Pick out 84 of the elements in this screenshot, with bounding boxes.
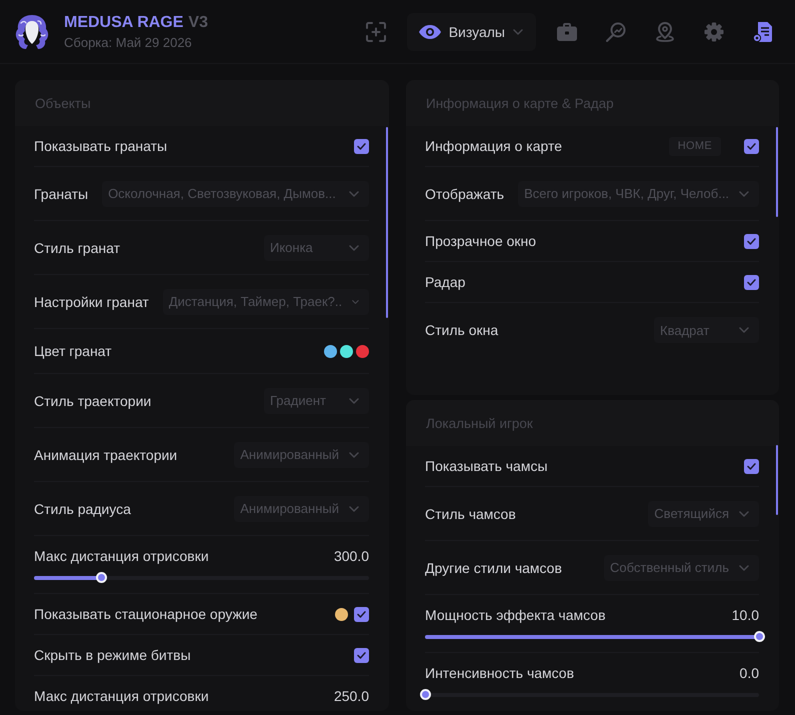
setting-label: Показывать стационарное оружие bbox=[34, 605, 258, 623]
checkbox[interactable] bbox=[744, 234, 759, 248]
setting-label: Настройки гранат bbox=[34, 292, 149, 310]
setting-label: Прозрачное окно bbox=[425, 232, 536, 250]
chevron-down-icon bbox=[349, 190, 359, 196]
checkbox[interactable] bbox=[354, 138, 369, 154]
slider-thumb[interactable] bbox=[420, 689, 430, 700]
checkmark-icon bbox=[357, 142, 366, 150]
setting-label: Скрыть в режиме битвы bbox=[34, 646, 191, 664]
setting-label: Анимация траектории bbox=[34, 446, 178, 464]
setting-label: Макс дистанция отрисовки bbox=[34, 547, 209, 565]
category-dropdown[interactable]: Визуалы bbox=[406, 12, 536, 50]
chevron-down-icon bbox=[739, 327, 749, 333]
logo-icon bbox=[14, 12, 50, 50]
setting-label: Другие стили чамсов bbox=[425, 558, 562, 576]
color-swatch-icon[interactable] bbox=[356, 344, 369, 358]
value-label: 300.0 bbox=[334, 547, 369, 565]
chevron-down-icon bbox=[349, 244, 359, 250]
version-label: V3 bbox=[188, 12, 208, 32]
checkmark-icon bbox=[357, 610, 366, 618]
chevron-down-icon bbox=[352, 298, 359, 304]
scrollbar-thumb[interactable] bbox=[776, 127, 778, 217]
dropdown[interactable]: Анимированный bbox=[234, 496, 369, 522]
checkmark-icon bbox=[747, 238, 756, 244]
eye-icon bbox=[418, 24, 441, 38]
value-label: 250.0 bbox=[334, 687, 369, 705]
setting-label: Показывать чамсы bbox=[425, 457, 548, 475]
chevron-down-icon bbox=[349, 506, 359, 512]
checkbox[interactable] bbox=[354, 606, 369, 622]
dropdown[interactable]: Всего игроков, ЧВК, Друг, Челоб... bbox=[518, 180, 759, 206]
checkmark-icon bbox=[357, 652, 366, 658]
build-date-label: Сборка: Май 29 2026 bbox=[64, 34, 193, 50]
key-badge[interactable]: HOME bbox=[668, 136, 721, 156]
setting-label: Цвет гранат bbox=[34, 342, 112, 360]
checkmark-icon bbox=[747, 278, 756, 286]
setting-label: Стиль траектории bbox=[34, 392, 152, 410]
checkmark-icon bbox=[747, 462, 756, 470]
checkbox[interactable] bbox=[744, 138, 759, 154]
color-swatch-icon[interactable] bbox=[340, 344, 353, 358]
checkbox[interactable] bbox=[354, 648, 369, 662]
setting-label: Макс дистанция отрисовки bbox=[34, 687, 209, 705]
settings-icon bbox=[704, 22, 724, 42]
setting-label: Отображать bbox=[425, 184, 504, 202]
dropdown[interactable]: Иконка bbox=[264, 234, 369, 260]
document-gear-icon bbox=[752, 22, 772, 42]
dropdown[interactable]: Градиент bbox=[264, 388, 369, 414]
app-title: MEDUSA RAGE bbox=[64, 12, 184, 32]
color-swatch-icon[interactable] bbox=[324, 344, 337, 358]
dropdown[interactable]: Квадрат bbox=[654, 317, 759, 343]
setting-label: Мощность эффекта чамсов bbox=[425, 606, 606, 624]
dropdown[interactable]: Дистанция, Таймер, Траек?.. bbox=[162, 288, 369, 314]
chevron-down-icon bbox=[349, 398, 359, 404]
dropdown[interactable]: Светящийся bbox=[648, 500, 759, 526]
scrollbar-thumb[interactable] bbox=[386, 127, 388, 318]
setting-label: Интенсивность чамсов bbox=[425, 664, 574, 682]
slider-thumb[interactable] bbox=[96, 572, 106, 583]
value-label: 10.0 bbox=[732, 606, 759, 624]
chevron-down-icon bbox=[739, 510, 749, 516]
setting-label: Стиль чамсов bbox=[425, 504, 516, 522]
checkbox[interactable] bbox=[744, 274, 759, 290]
chevron-down-icon bbox=[349, 452, 359, 458]
slider-thumb[interactable] bbox=[754, 631, 764, 642]
setting-label: Показывать гранаты bbox=[34, 137, 168, 155]
crosshair-frame-icon bbox=[366, 22, 386, 42]
setting-label: Информация о карте bbox=[425, 137, 562, 155]
checkbox[interactable] bbox=[744, 458, 759, 474]
checkmark-icon bbox=[747, 142, 756, 150]
chevron-down-icon bbox=[513, 28, 523, 34]
map-pin-icon bbox=[656, 22, 674, 42]
dropdown[interactable]: Анимированный bbox=[234, 442, 369, 468]
briefcase-icon bbox=[556, 22, 576, 40]
search-icon bbox=[606, 22, 626, 42]
dropdown[interactable]: Осколочная, Светозвуковая, Дымов... bbox=[102, 180, 369, 206]
setting-label: Радар bbox=[425, 273, 466, 291]
setting-label: Стиль гранат bbox=[34, 238, 120, 256]
chevron-down-icon bbox=[739, 190, 749, 196]
chevron-down-icon bbox=[739, 564, 749, 570]
dropdown[interactable]: Собственный стиль bbox=[604, 554, 759, 580]
value-label: 0.0 bbox=[740, 664, 759, 682]
scrollbar-thumb[interactable] bbox=[776, 445, 778, 515]
color-swatch-icon[interactable] bbox=[335, 608, 348, 620]
setting-label: Стиль окна bbox=[425, 321, 498, 339]
setting-label: Стиль радиуса bbox=[34, 500, 131, 518]
setting-label: Гранаты bbox=[34, 184, 88, 202]
